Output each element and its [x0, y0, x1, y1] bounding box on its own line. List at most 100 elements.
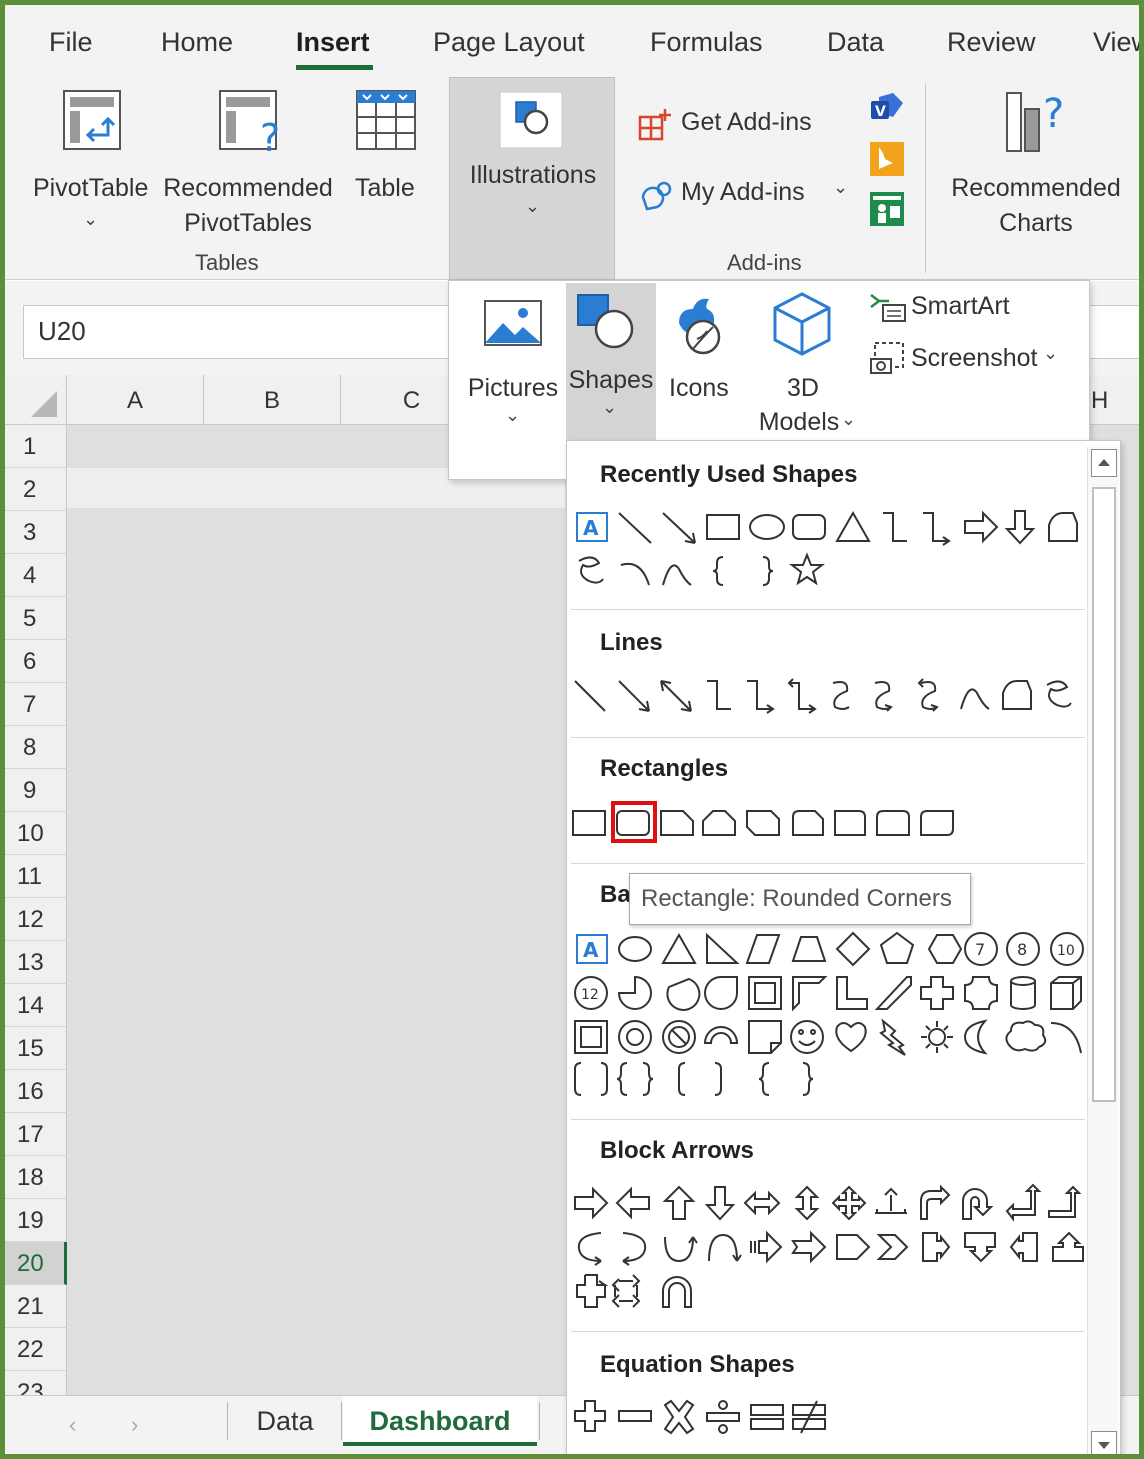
double-bracket-shape[interactable] [574, 1062, 608, 1096]
scribble-shape[interactable] [1046, 680, 1072, 708]
pivottable-button[interactable]: PivotTable ⌄ [31, 85, 153, 235]
divide-shape[interactable] [706, 1400, 740, 1434]
curved-down-arrow-shape[interactable] [708, 1233, 742, 1262]
arc-shape[interactable] [1050, 1022, 1082, 1054]
decagon-shape[interactable]: 10 [1050, 932, 1084, 966]
row-header-14[interactable]: 14 [5, 984, 67, 1027]
up-down-arrow-shape[interactable] [794, 1185, 820, 1221]
get-addins-button[interactable]: Get Add-ins [637, 105, 827, 147]
smartart-button[interactable]: SmartArt [869, 289, 1029, 329]
arrow-line-shape[interactable] [662, 512, 696, 544]
moon-shape[interactable] [963, 1019, 988, 1055]
oval-shape[interactable] [618, 936, 652, 962]
row-header-5[interactable]: 5 [5, 597, 67, 640]
left-right-up-arrow-shape[interactable] [875, 1187, 907, 1214]
recommended-charts-button[interactable]: ? Recommended Charts [945, 85, 1127, 237]
curved-right-arrow-shape[interactable] [577, 1232, 602, 1266]
illustrations-button[interactable]: Illustrations ⌄ [449, 77, 615, 280]
donut-shape[interactable] [618, 1020, 652, 1054]
not-equal-shape[interactable] [792, 1400, 826, 1434]
curved-left-arrow-shape[interactable] [622, 1232, 647, 1266]
octagon-shape[interactable]: 8 [1006, 932, 1040, 966]
row-header-18[interactable]: 18 [5, 1156, 67, 1199]
arrow-line-shape[interactable] [618, 680, 650, 712]
parallelogram-shape[interactable] [745, 934, 781, 964]
row-header-19[interactable]: 19 [5, 1199, 67, 1242]
tab-formulas[interactable]: Formulas [650, 27, 763, 58]
freeform-shape[interactable] [1002, 680, 1032, 710]
row-header-7[interactable]: 7 [5, 683, 67, 726]
chevron-arrow-shape[interactable] [876, 1234, 909, 1260]
tab-home[interactable]: Home [161, 27, 233, 58]
smiley-face-shape[interactable] [790, 1020, 824, 1054]
table-button[interactable]: Table [351, 85, 421, 235]
row-header-20[interactable]: 20 [5, 1242, 67, 1285]
row-header-11[interactable]: 11 [5, 855, 67, 898]
bevel-shape[interactable] [574, 1020, 608, 1054]
tab-insert[interactable]: Insert [296, 27, 370, 58]
heart-shape[interactable] [835, 1022, 867, 1053]
hexagon-shape[interactable] [927, 934, 963, 964]
visio-icon[interactable]: V [869, 91, 905, 125]
curved-arrow-connector-shape[interactable] [874, 681, 893, 712]
elbow-arrow-connector-shape[interactable] [923, 512, 951, 546]
cross-shape[interactable] [920, 976, 954, 1010]
row-header-22[interactable]: 22 [5, 1328, 67, 1371]
row-header-21[interactable]: 21 [5, 1285, 67, 1328]
partial-circle-shape[interactable] [617, 975, 652, 1010]
right-arrow-callout-shape[interactable] [922, 1232, 951, 1262]
down-arrow-callout-shape[interactable] [964, 1232, 996, 1263]
frame-shape[interactable] [748, 976, 782, 1010]
double-arrow-line-shape[interactable] [660, 680, 692, 712]
cloud-shape[interactable] [1005, 1020, 1047, 1052]
row-header-10[interactable]: 10 [5, 812, 67, 855]
right-arrow-shape[interactable] [964, 510, 999, 544]
tab-review[interactable]: Review [947, 27, 1036, 58]
pictures-button[interactable]: Pictures ⌄ [463, 291, 563, 441]
down-arrow-shape[interactable] [1004, 510, 1036, 545]
row-header-15[interactable]: 15 [5, 1027, 67, 1070]
select-all-corner[interactable] [5, 375, 67, 425]
3d-models-button[interactable]: 3D Models ⌄ [745, 291, 865, 441]
recommended-pivottables-button[interactable]: ? Recommended PivotTables [161, 85, 335, 237]
name-box[interactable]: U20 [23, 305, 463, 359]
row-header-6[interactable]: 6 [5, 640, 67, 683]
scroll-thumb[interactable] [1092, 487, 1116, 1102]
row-header-4[interactable]: 4 [5, 554, 67, 597]
down-arrow-shape[interactable] [704, 1186, 736, 1221]
diagonal-stripe-shape[interactable] [874, 976, 912, 1010]
striped-right-arrow-shape[interactable] [750, 1230, 783, 1264]
row-header-17[interactable]: 17 [5, 1113, 67, 1156]
my-addins-button[interactable]: My Add-ins ⌄ [637, 175, 855, 217]
quad-arrow-shape[interactable] [831, 1185, 867, 1221]
trapezoid-shape[interactable] [791, 936, 827, 962]
left-right-arrow-shape[interactable] [743, 1190, 781, 1216]
row-header-9[interactable]: 9 [5, 769, 67, 812]
plaque-shape[interactable] [964, 976, 998, 1010]
row-header-12[interactable]: 12 [5, 898, 67, 941]
rectangle-shape[interactable] [572, 810, 606, 836]
snip-round-shape[interactable] [792, 810, 824, 836]
right-bracket-shape[interactable] [714, 1062, 722, 1096]
half-frame-shape[interactable] [792, 976, 828, 1012]
rectangle-shape[interactable] [706, 514, 740, 540]
cube-shape[interactable] [1050, 976, 1082, 1010]
row-header-8[interactable]: 8 [5, 726, 67, 769]
can-shape[interactable] [1010, 976, 1036, 1010]
column-header-b[interactable]: B [204, 375, 341, 425]
u-turn-shape[interactable] [662, 1276, 692, 1308]
triangle-shape[interactable] [661, 932, 697, 964]
right-triangle-shape[interactable] [706, 932, 740, 964]
line-shape[interactable] [574, 680, 606, 712]
quad-arrow-callout-shape[interactable] [576, 1274, 609, 1308]
column-header-h[interactable]: H [1087, 375, 1139, 425]
pentagon-shape[interactable] [879, 931, 915, 964]
text-box-shape[interactable]: A [576, 934, 608, 964]
scroll-down-button[interactable] [1091, 1431, 1117, 1454]
oval-shape[interactable] [749, 514, 785, 540]
equal-shape[interactable] [750, 1404, 784, 1430]
heptagon-shape[interactable]: 7 [964, 932, 998, 966]
snip-single-corner-shape[interactable] [660, 810, 694, 836]
elbow-double-arrow-shape[interactable] [787, 678, 817, 714]
minus-shape[interactable] [618, 1410, 652, 1422]
